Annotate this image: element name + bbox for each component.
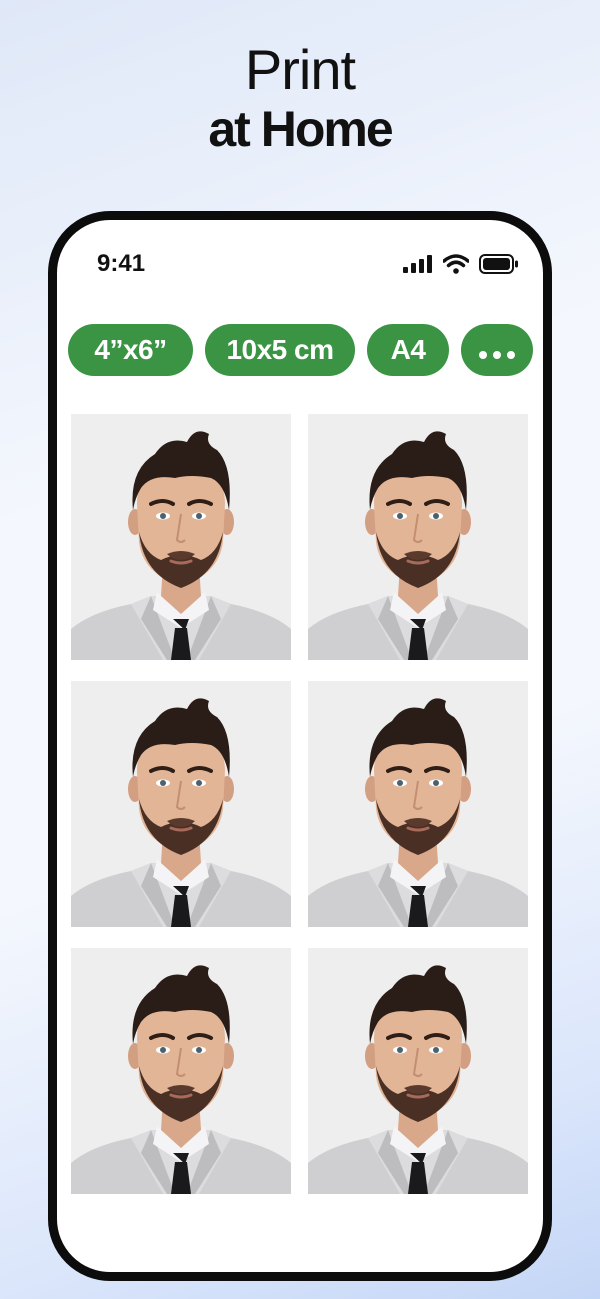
portrait-illustration [71,431,291,660]
passport-photo[interactable] [71,414,291,660]
size-chip-10x5cm[interactable]: 10x5 cm [205,324,355,376]
more-sizes-button[interactable] [461,324,533,376]
photo-grid [71,414,529,1194]
size-chip-a4[interactable]: A4 [367,324,449,376]
headline: Print at Home [0,40,600,158]
signal-icon [403,255,433,278]
passport-photo[interactable] [71,948,291,1194]
passport-photo[interactable] [308,681,528,927]
size-chip-4x6[interactable]: 4”x6” [68,324,193,376]
phone-frame: 9:41 4”x6” 10x5 cm A4 [48,211,552,1281]
passport-photo[interactable] [308,414,528,660]
portrait-illustration [71,698,291,927]
status-time: 9:41 [97,250,146,277]
more-icon [476,334,518,366]
headline-line-1: Print [244,38,356,101]
passport-photo[interactable] [71,681,291,927]
portrait-illustration [308,431,528,660]
portrait-illustration [308,698,528,927]
wifi-icon [442,254,470,279]
size-chip-row: 4”x6” 10x5 cm A4 [68,324,533,376]
status-icons [403,254,519,279]
headline-line-2: at Home [208,101,393,157]
portrait-illustration [308,965,528,1194]
portrait-illustration [71,965,291,1194]
passport-photo[interactable] [308,948,528,1194]
battery-icon [479,254,519,279]
